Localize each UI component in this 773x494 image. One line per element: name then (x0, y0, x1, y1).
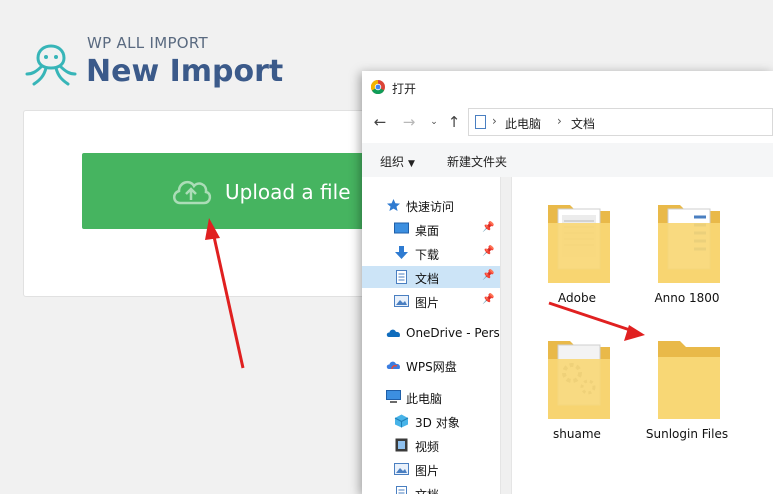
folder-item-anno-1800[interactable]: Anno 1800 (632, 187, 742, 317)
nav-item-pictures-pc[interactable]: 图片 (362, 458, 500, 480)
nav-item-label: 快速访问 (406, 200, 455, 214)
folder-item-adobe[interactable]: Adobe (522, 187, 632, 317)
nav-item-label: 下载 (415, 248, 440, 262)
upload-file-button[interactable]: Upload a file (82, 153, 382, 229)
nav-item-label: OneDrive - Pers (406, 326, 500, 340)
folder-icon (658, 341, 720, 419)
breadcrumb-separator-icon[interactable]: › (557, 114, 562, 128)
nav-item-label: 桌面 (415, 224, 440, 238)
computer-icon (386, 390, 401, 403)
nav-item-label: 此电脑 (406, 392, 443, 406)
nav-item-label: 图片 (415, 296, 440, 310)
nav-item-3d-objects[interactable]: 3D 对象 (362, 410, 500, 432)
brand-subtitle: WP ALL IMPORT (87, 34, 208, 52)
nav-item-documents-pc[interactable]: 文档 (362, 482, 500, 494)
caret-down-icon: ▼ (408, 159, 415, 169)
organize-menu[interactable]: 组织 ▼ (380, 153, 415, 170)
dialog-titlebar: 打开 (362, 71, 773, 103)
new-folder-button[interactable]: 新建文件夹 (447, 153, 507, 170)
organize-label: 组织 (380, 155, 405, 169)
command-bar: 组织 ▼ 新建文件夹 (362, 143, 773, 177)
recent-dropdown-icon[interactable]: ⌄ (425, 113, 443, 131)
nav-item-pictures[interactable]: 图片 📌 (362, 290, 500, 312)
nav-item-quick-access[interactable]: 快速访问 (362, 194, 500, 216)
folder-item-sunlogin-files[interactable]: Sunlogin Files (632, 323, 742, 453)
folder-icon (548, 341, 610, 419)
nav-item-documents[interactable]: 文档 📌 (362, 266, 500, 288)
pane-splitter[interactable] (500, 177, 512, 494)
document-icon (396, 486, 407, 494)
nav-item-label: 文档 (415, 486, 439, 494)
3d-objects-icon (394, 414, 409, 428)
nav-item-wps-cloud[interactable]: WPS网盘 (362, 354, 500, 376)
pin-icon[interactable]: 📌 (482, 222, 494, 233)
chrome-icon (371, 80, 385, 94)
wps-cloud-icon (386, 361, 401, 370)
document-icon (475, 115, 486, 129)
file-name: shuame (553, 427, 601, 441)
page-title: New Import (86, 54, 284, 89)
nav-item-label: 文档 (415, 272, 440, 286)
pin-icon[interactable]: 📌 (482, 246, 494, 257)
folder-icon (658, 205, 720, 283)
file-name: Anno 1800 (654, 291, 720, 305)
picture-icon (394, 295, 409, 307)
breadcrumb-this-pc[interactable]: 此电脑 (505, 115, 541, 132)
dialog-title: 打开 (392, 82, 417, 96)
breadcrumb-documents[interactable]: 文档 (571, 115, 595, 132)
pin-icon[interactable]: 📌 (482, 270, 494, 281)
cloud-upload-icon (173, 180, 212, 205)
navigation-pane: 快速访问 桌面 📌 下载 📌 文档 📌 图片 📌 OneDrive - Pers… (362, 177, 500, 494)
folder-item-shuame[interactable]: shuame (522, 323, 632, 453)
document-icon (396, 270, 407, 284)
forward-arrow-icon[interactable]: → (400, 113, 418, 131)
nav-item-downloads[interactable]: 下载 📌 (362, 242, 500, 264)
nav-item-label: 图片 (415, 464, 440, 478)
file-name: Adobe (558, 291, 596, 305)
onedrive-icon (386, 329, 401, 337)
nav-item-label: WPS网盘 (406, 360, 457, 374)
nav-item-desktop[interactable]: 桌面 📌 (362, 218, 500, 240)
nav-item-this-pc[interactable]: 此电脑 (362, 386, 500, 408)
download-icon (395, 246, 408, 259)
up-arrow-icon[interactable]: ↑ (445, 113, 463, 131)
nav-item-label: 3D 对象 (415, 416, 460, 430)
picture-icon (394, 463, 409, 475)
folder-icon (548, 205, 610, 283)
upload-file-label: Upload a file (225, 180, 351, 204)
open-file-dialog: 打开 ← → ⌄ ↑ › 此电脑 › 文档 组织 ▼ 新建文件夹 快速访问 桌面… (362, 71, 773, 494)
nav-item-label: 视频 (415, 440, 440, 454)
file-name: Sunlogin Files (645, 427, 729, 441)
address-bar[interactable]: › 此电脑 › 文档 (468, 108, 773, 136)
file-list: Adobe Anno 1800 shuame Sunlogin Files (512, 177, 773, 494)
nav-item-videos[interactable]: 视频 (362, 434, 500, 456)
back-arrow-icon[interactable]: ← (371, 113, 389, 131)
nav-item-onedrive[interactable]: OneDrive - Pers (362, 322, 500, 344)
video-icon (395, 438, 408, 452)
navigation-bar: ← → ⌄ ↑ › 此电脑 › 文档 (362, 103, 773, 143)
desktop-icon (394, 222, 409, 234)
pin-icon[interactable]: 📌 (482, 294, 494, 305)
wp-all-import-logo-icon (25, 44, 77, 86)
star-icon (387, 199, 400, 211)
breadcrumb-separator-icon[interactable]: › (492, 114, 497, 128)
